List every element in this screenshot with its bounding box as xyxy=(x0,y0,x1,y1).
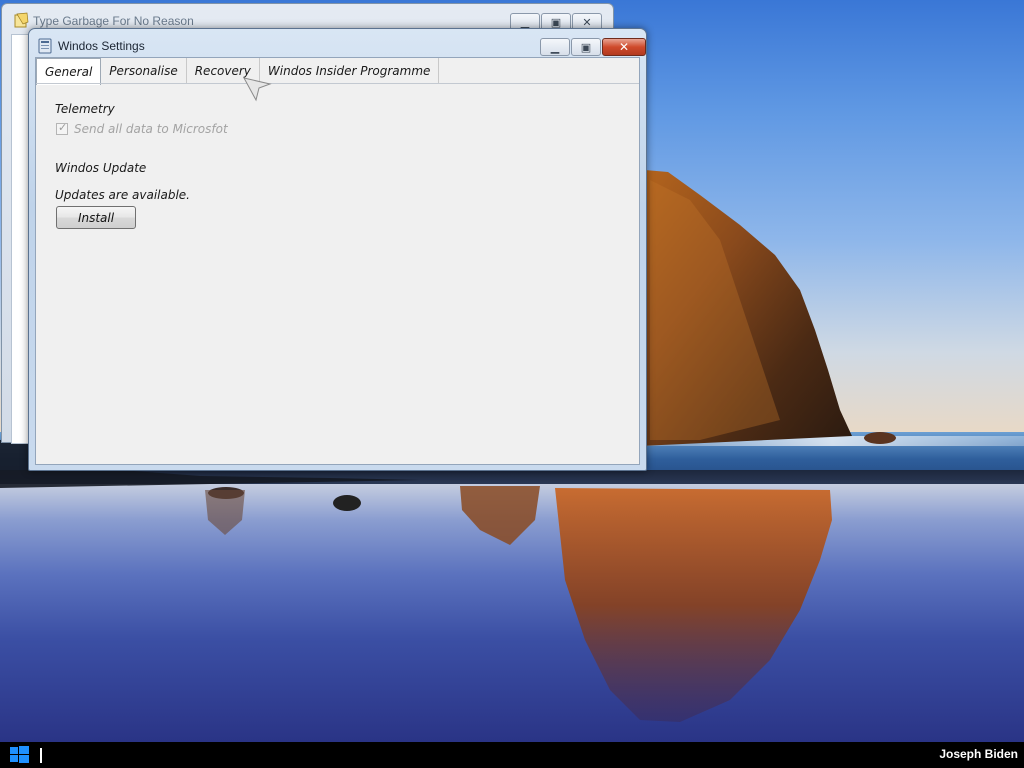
tab-general[interactable]: General xyxy=(36,58,102,85)
window-title: Type Garbage For No Reason xyxy=(33,14,194,28)
window-title: Windos Settings xyxy=(58,39,145,53)
tab-windos-insider-programme[interactable]: Windos Insider Programme xyxy=(259,58,440,84)
taskbar: Joseph Biden xyxy=(0,742,1024,768)
close-icon: ✕ xyxy=(618,40,630,54)
search-caret[interactable] xyxy=(40,748,42,763)
checkmark-icon: ✓ xyxy=(58,121,68,134)
user-name-label[interactable]: Joseph Biden xyxy=(939,747,1018,761)
settings-app-icon xyxy=(38,38,52,54)
windos-settings-window[interactable]: Windos Settings ▁ ▣ ✕ General Personalis… xyxy=(28,28,647,471)
minimize-button[interactable]: ▁ xyxy=(540,38,570,56)
update-status-text: Updates are available. xyxy=(55,188,190,202)
mouse-pointer-icon xyxy=(243,77,272,102)
telemetry-checkbox[interactable]: ✓ xyxy=(56,121,68,135)
windows-logo-icon[interactable] xyxy=(4,744,34,766)
windos-update-heading: Windos Update xyxy=(55,161,147,175)
maximize-icon: ▣ xyxy=(580,40,592,54)
window-caption-buttons: ▁ ▣ ✕ xyxy=(540,38,646,56)
telemetry-heading: Telemetry xyxy=(55,102,115,116)
minimize-icon: ▁ xyxy=(550,40,560,54)
tab-personalise[interactable]: Personalise xyxy=(101,58,187,84)
maximize-button[interactable]: ▣ xyxy=(571,38,601,56)
notepad-icon xyxy=(14,12,29,28)
tab-strip: General Personalise Recovery Windos Insi… xyxy=(36,58,440,85)
tab-divider xyxy=(36,83,639,84)
telemetry-checkbox-label: Send all data to Microsfot xyxy=(74,122,228,136)
settings-client-area: General Personalise Recovery Windos Insi… xyxy=(35,57,640,465)
install-button[interactable]: Install xyxy=(56,206,136,229)
title-bar[interactable]: Windos Settings ▁ ▣ ✕ xyxy=(29,29,646,57)
close-button[interactable]: ✕ xyxy=(602,38,646,56)
